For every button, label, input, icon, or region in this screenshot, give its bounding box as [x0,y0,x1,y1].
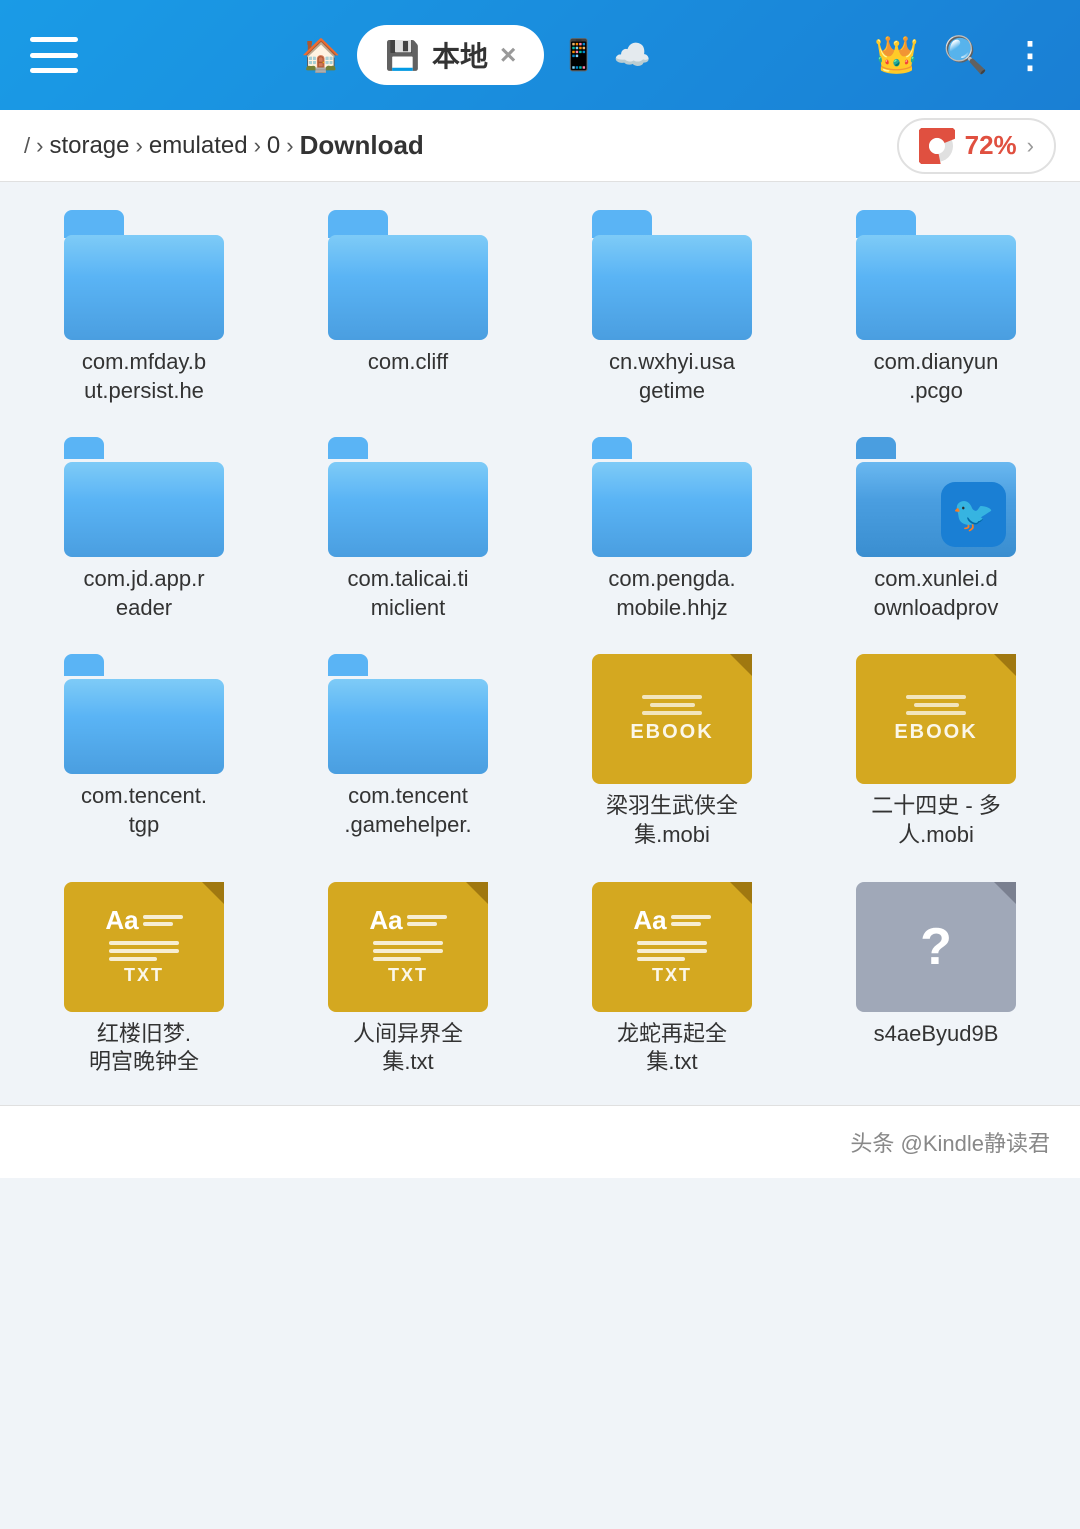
folder-icon-2 [328,210,488,340]
file-name-8: com.xunlei.downloadprov [874,565,999,622]
ebook-icon-12: EBOOK [856,654,1016,784]
tab-label: 本地 [432,35,488,75]
breadcrumb-bar: / › storage › emulated › 0 › Download 72… [0,110,1080,182]
folder-icon-9 [64,654,224,774]
folder-icon-7 [592,437,752,557]
folder-icon-3 [592,210,752,340]
breadcrumb-download[interactable]: Download [300,130,424,161]
hamburger-icon[interactable] [30,37,78,73]
file-item-5[interactable]: com.jd.app.reader [16,429,272,630]
home-icon[interactable]: 🏠 [301,36,341,74]
file-item-14[interactable]: Aa TXT 人间异界全集.txt [280,874,536,1085]
folder-icon-xunlei: 🐦 [856,437,1016,557]
tab-storage-icon: 💾 [385,39,420,72]
file-item-2[interactable]: com.cliff [280,202,536,413]
file-item-13[interactable]: Aa TXT 红楼旧梦.明宫晚钟全 [16,874,272,1085]
file-item-4[interactable]: com.dianyun.pcgo [808,202,1064,413]
txt-icon-14: Aa TXT [328,882,488,1012]
footer: 头条 @Kindle静读君 [0,1105,1080,1178]
folder-icon-5 [64,437,224,557]
folder-icon-6 [328,437,488,557]
local-tab[interactable]: 💾 本地 × [357,25,544,85]
file-name-14: 人间异界全集.txt [353,1020,463,1077]
file-item-10[interactable]: com.tencent.gamehelper. [280,646,536,857]
file-name-13: 红楼旧梦.明宫晚钟全 [89,1020,199,1077]
file-name-11: 梁羽生武侠全集.mobi [606,792,738,849]
breadcrumb-arrow-0: › [36,133,43,159]
breadcrumb-arrow-2: › [254,133,261,159]
folder-icon-10 [328,654,488,774]
file-name-6: com.talicai.timiclient [347,565,468,622]
close-tab-icon[interactable]: × [500,39,516,71]
crown-icon[interactable]: 👑 [874,34,919,76]
file-grid: com.mfday.but.persist.he com.cliff cn.wx… [0,182,1080,1105]
nav-left [30,37,78,73]
search-icon[interactable]: 🔍 [943,34,988,76]
folder-icon-4 [856,210,1016,340]
file-item-9[interactable]: com.tencent.tgp [16,646,272,857]
storage-expand-icon[interactable]: › [1027,133,1034,159]
top-bar: 🏠 💾 本地 × 📱 ☁️ 👑 🔍 ⋮ [0,0,1080,110]
file-item-11[interactable]: EBOOK 梁羽生武侠全集.mobi [544,646,800,857]
tab-phone-icon[interactable]: 📱 [560,38,597,73]
breadcrumb-arrow-1: › [136,133,143,159]
file-name-9: com.tencent.tgp [81,782,207,839]
nav-center: 🏠 💾 本地 × 📱 ☁️ [98,25,854,85]
txt-icon-15: Aa TXT [592,882,752,1012]
footer-text: 头条 @Kindle静读君 [850,1131,1050,1156]
breadcrumb-0[interactable]: 0 [267,132,280,160]
unknown-icon-16: ? [856,882,1016,1012]
ebook-icon-11: EBOOK [592,654,752,784]
file-name-7: com.pengda.mobile.hhjz [608,565,735,622]
more-options-icon[interactable]: ⋮ [1012,34,1050,76]
breadcrumb-emulated[interactable]: emulated [149,132,248,160]
nav-right: 👑 🔍 ⋮ [874,34,1050,76]
breadcrumb-root[interactable]: / [24,133,30,159]
file-name-12: 二十四史 - 多人.mobi [871,792,1001,849]
file-name-10: com.tencent.gamehelper. [344,782,471,839]
file-item-16[interactable]: ? s4aeByud9B [808,874,1064,1085]
file-name-1: com.mfday.but.persist.he [82,348,206,405]
file-name-15: 龙蛇再起全集.txt [617,1020,727,1077]
file-item-15[interactable]: Aa TXT 龙蛇再起全集.txt [544,874,800,1085]
file-item-12[interactable]: EBOOK 二十四史 - 多人.mobi [808,646,1064,857]
file-item-3[interactable]: cn.wxhyi.usagetime [544,202,800,413]
tab-cloud-icon[interactable]: ☁️ [614,38,651,73]
file-name-16: s4aeByud9B [874,1020,999,1049]
file-name-4: com.dianyun.pcgo [874,348,999,405]
breadcrumb-storage[interactable]: storage [49,132,129,160]
txt-icon-13: Aa TXT [64,882,224,1012]
file-name-2: com.cliff [368,348,448,377]
folder-icon-1 [64,210,224,340]
storage-badge[interactable]: 72% › [897,118,1056,174]
file-name-3: cn.wxhyi.usagetime [609,348,735,405]
xunlei-app-icon: 🐦 [941,482,1006,547]
file-item-6[interactable]: com.talicai.timiclient [280,429,536,630]
storage-pie-icon [919,128,955,164]
file-name-5: com.jd.app.reader [83,565,204,622]
file-item-7[interactable]: com.pengda.mobile.hhjz [544,429,800,630]
breadcrumb-arrow-3: › [286,133,293,159]
file-item-8[interactable]: 🐦 com.xunlei.downloadprov [808,429,1064,630]
file-item-1[interactable]: com.mfday.but.persist.he [16,202,272,413]
storage-percent-label: 72% [965,130,1017,161]
